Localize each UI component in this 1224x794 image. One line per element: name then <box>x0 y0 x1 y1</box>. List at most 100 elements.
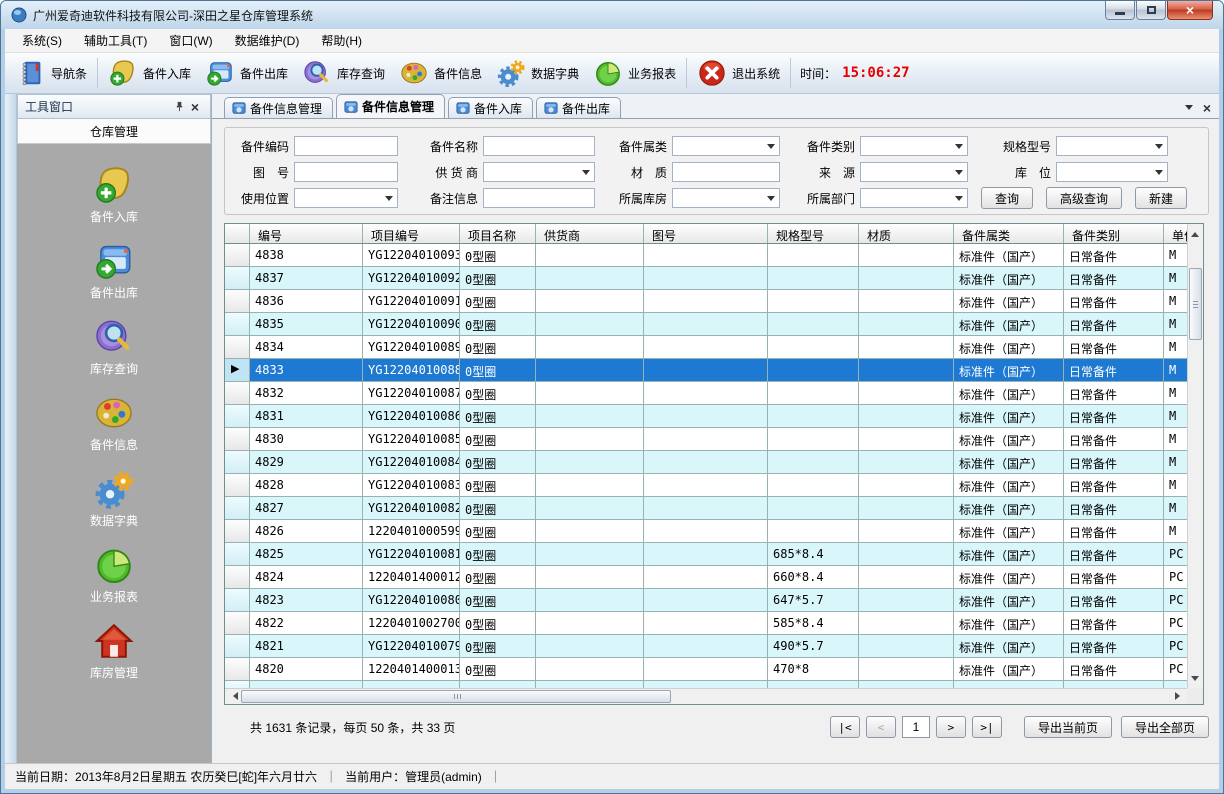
scroll-up-arrow[interactable] <box>1188 225 1202 239</box>
close-button[interactable]: × <box>1167 1 1213 20</box>
column-header-project-name[interactable]: 项目名称 <box>460 224 536 243</box>
maximize-button[interactable] <box>1136 1 1166 20</box>
table-row[interactable] <box>225 681 1187 688</box>
drawing-no-input[interactable] <box>294 162 398 182</box>
last-page-button[interactable]: >| <box>972 716 1002 738</box>
sidebar-item-stock-query[interactable]: 库存查询 <box>90 316 138 377</box>
menu-system[interactable]: 系统(S) <box>11 28 73 53</box>
sidebar-section-header[interactable]: 仓库管理 <box>17 119 211 144</box>
tab-parts-info-manage-1[interactable]: 备件信息管理 <box>224 97 333 118</box>
row-selector-cell[interactable] <box>225 658 250 680</box>
use-position-select[interactable] <box>294 188 398 208</box>
column-header-supplier[interactable]: 供货商 <box>536 224 644 243</box>
sidebar-item-warehouse-manage[interactable]: 库房管理 <box>90 620 138 681</box>
column-header-category[interactable]: 备件属类 <box>954 224 1064 243</box>
table-row[interactable]: 4822 1220401002700 0型圈 585*8.4 标准件（国产） 日… <box>225 612 1187 635</box>
table-row[interactable]: ▶ 4833 YG12204010088 0型圈 标准件（国产） 日常备件 M <box>225 359 1187 382</box>
row-selector-cell[interactable] <box>225 497 250 519</box>
row-selector-cell[interactable] <box>225 543 250 565</box>
row-selector-cell[interactable] <box>225 267 250 289</box>
toolbar-parts-info[interactable]: 备件信息 <box>392 55 489 91</box>
menu-help[interactable]: 帮助(H) <box>310 28 373 53</box>
table-row[interactable]: 4830 YG12204010085 0型圈 标准件（国产） 日常备件 M <box>225 428 1187 451</box>
row-selector-cell[interactable] <box>225 474 250 496</box>
menu-tools[interactable]: 辅助工具(T) <box>73 28 158 53</box>
material-input[interactable] <box>672 162 780 182</box>
export-current-page-button[interactable]: 导出当前页 <box>1024 716 1112 738</box>
column-header-material[interactable]: 材质 <box>859 224 954 243</box>
scroll-right-arrow[interactable] <box>1172 689 1186 703</box>
column-header-type[interactable]: 备件类别 <box>1064 224 1164 243</box>
toolbar-parts-inbound[interactable]: 备件入库 <box>101 55 198 91</box>
tab-close-icon[interactable]: × <box>1203 102 1211 114</box>
source-select[interactable] <box>860 162 968 182</box>
table-row[interactable]: 4823 YG12204010080 0型圈 647*5.7 标准件（国产） 日… <box>225 589 1187 612</box>
scroll-down-arrow[interactable] <box>1188 673 1202 687</box>
toolbar-business-report[interactable]: 业务报表 <box>586 55 683 91</box>
column-header-unit[interactable]: 单位 <box>1164 224 1187 243</box>
tab-list-dropdown[interactable] <box>1185 105 1193 114</box>
toolbar-navbar[interactable]: 导航条 <box>9 55 94 91</box>
table-row[interactable]: 4826 1220401000599 0型圈 标准件（国产） 日常备件 M <box>225 520 1187 543</box>
table-row[interactable]: 4821 YG12204010079 0型圈 490*5.7 标准件（国产） 日… <box>225 635 1187 658</box>
part-category-select[interactable] <box>860 136 968 156</box>
table-row[interactable]: 4828 YG12204010083 0型圈 标准件（国产） 日常备件 M <box>225 474 1187 497</box>
table-row[interactable]: 4832 YG12204010087 0型圈 标准件（国产） 日常备件 M <box>225 382 1187 405</box>
menu-window[interactable]: 窗口(W) <box>158 28 223 53</box>
toolbar-stock-query[interactable]: 库存查询 <box>295 55 392 91</box>
table-row[interactable]: 4824 1220401400012 0型圈 660*8.4 标准件（国产） 日… <box>225 566 1187 589</box>
sidebar-item-parts-outbound[interactable]: 备件出库 <box>90 240 138 301</box>
tab-parts-inbound[interactable]: 备件入库 <box>448 97 533 118</box>
toolbar-parts-outbound[interactable]: 备件出库 <box>198 55 295 91</box>
toolbar-exit-system[interactable]: 退出系统 <box>690 55 787 91</box>
minimize-button[interactable] <box>1105 1 1135 20</box>
part-code-input[interactable] <box>294 136 398 156</box>
remark-input[interactable] <box>483 188 595 208</box>
sidebar-item-business-report[interactable]: 业务报表 <box>90 544 138 605</box>
table-row[interactable]: 4820 1220401400013 0型圈 470*8 标准件（国产） 日常备… <box>225 658 1187 681</box>
menu-data-maintenance[interactable]: 数据维护(D) <box>224 28 311 53</box>
row-selector-cell[interactable] <box>225 290 250 312</box>
tab-parts-info-manage-2[interactable]: 备件信息管理 <box>336 94 445 118</box>
table-row[interactable]: 4827 YG12204010082 0型圈 标准件（国产） 日常备件 M <box>225 497 1187 520</box>
table-row[interactable]: 4831 YG12204010086 0型圈 标准件（国产） 日常备件 M <box>225 405 1187 428</box>
department-select[interactable] <box>860 188 968 208</box>
part-name-input[interactable] <box>483 136 595 156</box>
sidebar-item-data-dictionary[interactable]: 数据字典 <box>90 468 138 529</box>
part-genus-select[interactable] <box>672 136 780 156</box>
prev-page-button[interactable]: < <box>866 716 896 738</box>
table-row[interactable]: 4829 YG12204010084 0型圈 标准件（国产） 日常备件 M <box>225 451 1187 474</box>
sidebar-item-parts-info[interactable]: 备件信息 <box>90 392 138 453</box>
tab-parts-outbound[interactable]: 备件出库 <box>536 97 621 118</box>
row-selector-cell[interactable] <box>225 405 250 427</box>
row-selector-cell[interactable] <box>225 520 250 542</box>
row-selector-cell[interactable]: ▶ <box>225 359 250 381</box>
warehouse-select[interactable] <box>672 188 780 208</box>
new-button[interactable]: 新建 <box>1135 187 1187 209</box>
pin-button[interactable] <box>171 99 187 115</box>
next-page-button[interactable]: > <box>936 716 966 738</box>
column-header-spec[interactable]: 规格型号 <box>768 224 859 243</box>
scroll-left-arrow[interactable] <box>226 689 240 703</box>
horizontal-scrollbar[interactable] <box>225 688 1187 704</box>
vertical-scroll-thumb[interactable] <box>1189 268 1202 340</box>
column-header-id[interactable]: 编号 <box>250 224 363 243</box>
row-selector-cell[interactable] <box>225 336 250 358</box>
first-page-button[interactable]: |< <box>830 716 860 738</box>
export-all-pages-button[interactable]: 导出全部页 <box>1121 716 1209 738</box>
row-selector-cell[interactable] <box>225 566 250 588</box>
spec-model-select[interactable] <box>1056 136 1168 156</box>
row-selector-cell[interactable] <box>225 382 250 404</box>
supplier-select[interactable] <box>483 162 595 182</box>
table-row[interactable]: 4838 YG12204010093 0型圈 标准件（国产） 日常备件 M <box>225 244 1187 267</box>
table-row[interactable]: 4834 YG12204010089 0型圈 标准件（国产） 日常备件 M <box>225 336 1187 359</box>
column-header-project-code[interactable]: 项目编号 <box>363 224 460 243</box>
row-selector-cell[interactable] <box>225 451 250 473</box>
column-header-drawing-no[interactable]: 图号 <box>644 224 768 243</box>
query-button[interactable]: 查询 <box>981 187 1033 209</box>
table-row[interactable]: 4825 YG12204010081 0型圈 685*8.4 标准件（国产） 日… <box>225 543 1187 566</box>
table-row[interactable]: 4836 YG12204010091 0型圈 标准件（国产） 日常备件 M <box>225 290 1187 313</box>
advanced-query-button[interactable]: 高级查询 <box>1046 187 1122 209</box>
close-panel-button[interactable]: × <box>187 99 203 115</box>
horizontal-scroll-thumb[interactable] <box>241 690 671 703</box>
